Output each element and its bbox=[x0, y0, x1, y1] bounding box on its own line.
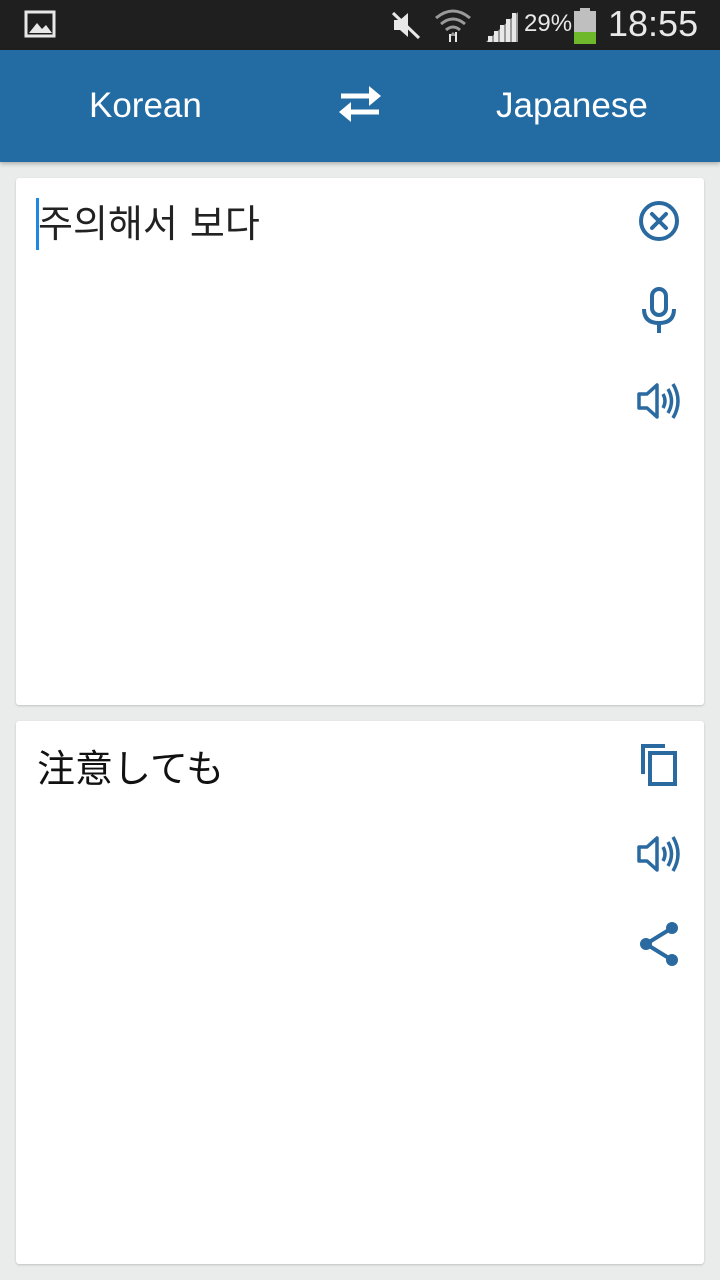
source-text-input[interactable]: 주의해서 보다 bbox=[36, 198, 616, 250]
source-text: 주의해서 보다 bbox=[38, 202, 260, 246]
speak-source-button[interactable] bbox=[634, 378, 684, 428]
translated-text: 注意しても bbox=[37, 747, 224, 791]
share-button[interactable] bbox=[634, 921, 684, 971]
target-language-selector[interactable]: Japanese bbox=[496, 86, 648, 126]
clear-icon bbox=[637, 199, 681, 247]
text-cursor bbox=[36, 198, 39, 250]
copy-icon bbox=[639, 742, 679, 790]
copy-button[interactable] bbox=[634, 741, 684, 791]
clear-button[interactable] bbox=[634, 198, 684, 248]
status-bar: 29% 18:55 bbox=[0, 0, 720, 50]
signal-icon bbox=[484, 10, 520, 46]
speak-translation-button[interactable] bbox=[634, 831, 684, 881]
input-card: 주의해서 보다 bbox=[16, 178, 704, 705]
swap-languages-button[interactable] bbox=[330, 80, 390, 132]
wifi-icon bbox=[434, 6, 472, 48]
gallery-icon bbox=[24, 10, 56, 42]
speaker-icon bbox=[636, 834, 682, 878]
clock: 18:55 bbox=[608, 3, 699, 44]
battery-icon bbox=[572, 8, 598, 48]
microphone-icon bbox=[639, 287, 679, 339]
source-language-selector[interactable]: Korean bbox=[89, 86, 202, 126]
share-icon bbox=[637, 920, 681, 972]
speaker-icon bbox=[636, 381, 682, 425]
output-card: 注意しても bbox=[16, 721, 704, 1264]
battery-percent: 29% bbox=[524, 10, 573, 37]
swap-arrows-icon bbox=[335, 84, 385, 128]
microphone-button[interactable] bbox=[634, 287, 684, 339]
mute-icon bbox=[390, 8, 422, 46]
app-bar: Korean Japanese bbox=[0, 50, 720, 162]
